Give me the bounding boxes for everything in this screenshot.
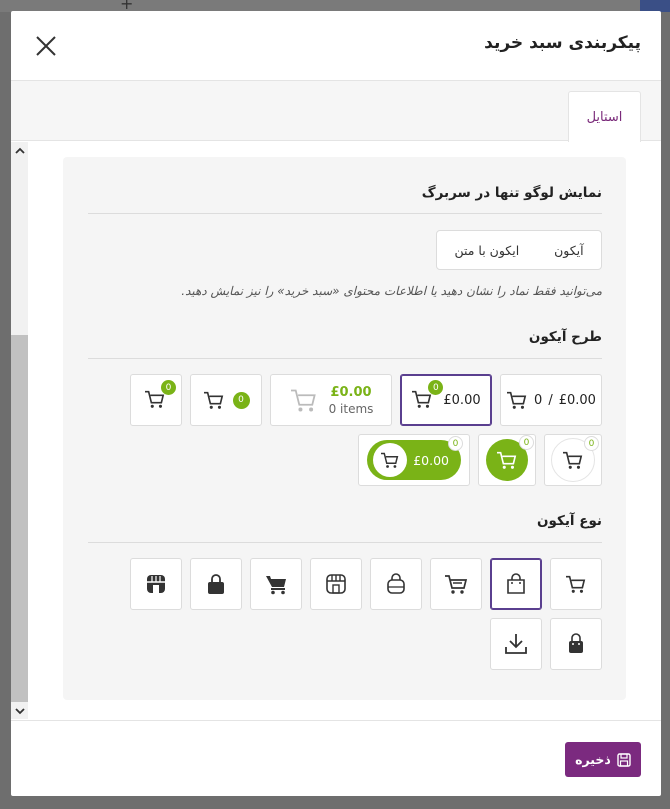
store-icon bbox=[326, 574, 346, 594]
section-title-logo: نمایش لوگو تنها در سربرگ bbox=[421, 185, 602, 201]
icon-type-store[interactable] bbox=[310, 558, 362, 610]
count-badge: 0 bbox=[519, 435, 534, 450]
count-badge: 0 bbox=[232, 391, 250, 409]
icon-type-cart[interactable] bbox=[550, 558, 602, 610]
modal-header: پیکربندی سبد خرید bbox=[11, 11, 661, 81]
scroll-area: نمایش لوگو تنها در سربرگ آیکون ایکون با … bbox=[11, 142, 661, 719]
save-button[interactable]: ذخیره bbox=[565, 742, 641, 777]
tab-bar: استایل bbox=[11, 81, 661, 142]
lock-bag-icon bbox=[208, 574, 224, 594]
help-text: می‌توانید فقط نماد را نشان دهید یا اطلاع… bbox=[181, 284, 602, 298]
count-badge: 0 bbox=[161, 380, 176, 395]
design-option-3[interactable]: £0.00 0 items bbox=[270, 374, 392, 426]
close-icon[interactable] bbox=[35, 35, 57, 57]
count-badge: 0 bbox=[428, 380, 444, 395]
cart-icon bbox=[566, 575, 586, 593]
toggle-option-icon[interactable]: آیکون bbox=[554, 243, 584, 258]
chevron-down-icon[interactable] bbox=[11, 702, 28, 719]
design-separator: / bbox=[548, 392, 553, 408]
count-badge: 0 bbox=[584, 436, 599, 451]
design-price: £0.00 bbox=[443, 392, 481, 408]
cart-icon bbox=[507, 391, 527, 409]
save-icon bbox=[617, 752, 631, 767]
bag-solid-icon bbox=[569, 633, 583, 653]
design-option-1[interactable]: 0 / £0.00 bbox=[500, 374, 602, 426]
handbag-icon bbox=[387, 573, 405, 594]
design-option-5[interactable]: 0 bbox=[130, 374, 182, 426]
style-panel: نمایش لوگو تنها در سربرگ آیکون ایکون با … bbox=[63, 157, 626, 700]
scrollbar[interactable] bbox=[11, 142, 28, 719]
cart-fast-icon bbox=[445, 575, 468, 594]
save-label: ذخیره bbox=[575, 752, 611, 767]
display-toggle[interactable]: آیکون ایکون با متن bbox=[436, 230, 602, 270]
tab-style[interactable]: استایل bbox=[568, 91, 641, 142]
icon-type-shop-solid[interactable] bbox=[130, 558, 182, 610]
design-option-7[interactable]: 0 bbox=[478, 434, 536, 486]
icon-type-shopping-bag[interactable] bbox=[490, 558, 542, 610]
design-option-2[interactable]: 0 £0.00 bbox=[400, 374, 492, 426]
cart-icon bbox=[563, 451, 583, 469]
count-badge: 0 bbox=[448, 436, 463, 451]
design-items: 0 items bbox=[328, 401, 374, 416]
cart-solid-icon bbox=[266, 576, 286, 595]
modal-title: پیکربندی سبد خرید bbox=[484, 33, 641, 53]
download-icon bbox=[505, 634, 527, 654]
icon-type-download[interactable] bbox=[490, 618, 542, 670]
cart-icon bbox=[381, 452, 399, 468]
icon-type-handbag[interactable] bbox=[370, 558, 422, 610]
cart-icon bbox=[497, 451, 517, 469]
scrollbar-thumb[interactable] bbox=[11, 335, 28, 702]
design-price: £0.00 bbox=[413, 452, 449, 468]
icon-type-bag-solid[interactable] bbox=[550, 618, 602, 670]
divider bbox=[88, 542, 602, 543]
modal-footer: ذخیره bbox=[11, 720, 661, 796]
design-count: 0 bbox=[534, 392, 543, 408]
section-title-icon-type: نوع آیکون bbox=[537, 513, 602, 529]
icon-type-lock-bag[interactable] bbox=[190, 558, 242, 610]
divider bbox=[88, 358, 602, 359]
toggle-option-icon-text[interactable]: ایکون با متن bbox=[454, 243, 519, 258]
section-title-design: طرح آیکون bbox=[528, 329, 602, 345]
design-price: £0.00 bbox=[558, 392, 596, 408]
cart-icon-faded bbox=[290, 389, 316, 412]
design-option-6[interactable]: 0 bbox=[544, 434, 602, 486]
shop-solid-icon bbox=[147, 575, 165, 593]
icon-type-cart-solid[interactable] bbox=[250, 558, 302, 610]
divider bbox=[88, 213, 602, 214]
design-option-8[interactable]: £0.00 0 bbox=[358, 434, 470, 486]
design-option-4[interactable]: 0 bbox=[190, 374, 262, 426]
cart-config-modal: پیکربندی سبد خرید استایل نمایش لوگو تنها… bbox=[11, 11, 661, 796]
chevron-up-icon[interactable] bbox=[11, 142, 28, 159]
icon-type-cart-fast[interactable] bbox=[430, 558, 482, 610]
shopping-bag-icon bbox=[507, 573, 525, 594]
cart-icon bbox=[203, 391, 223, 409]
design-price: £0.00 bbox=[330, 384, 372, 400]
